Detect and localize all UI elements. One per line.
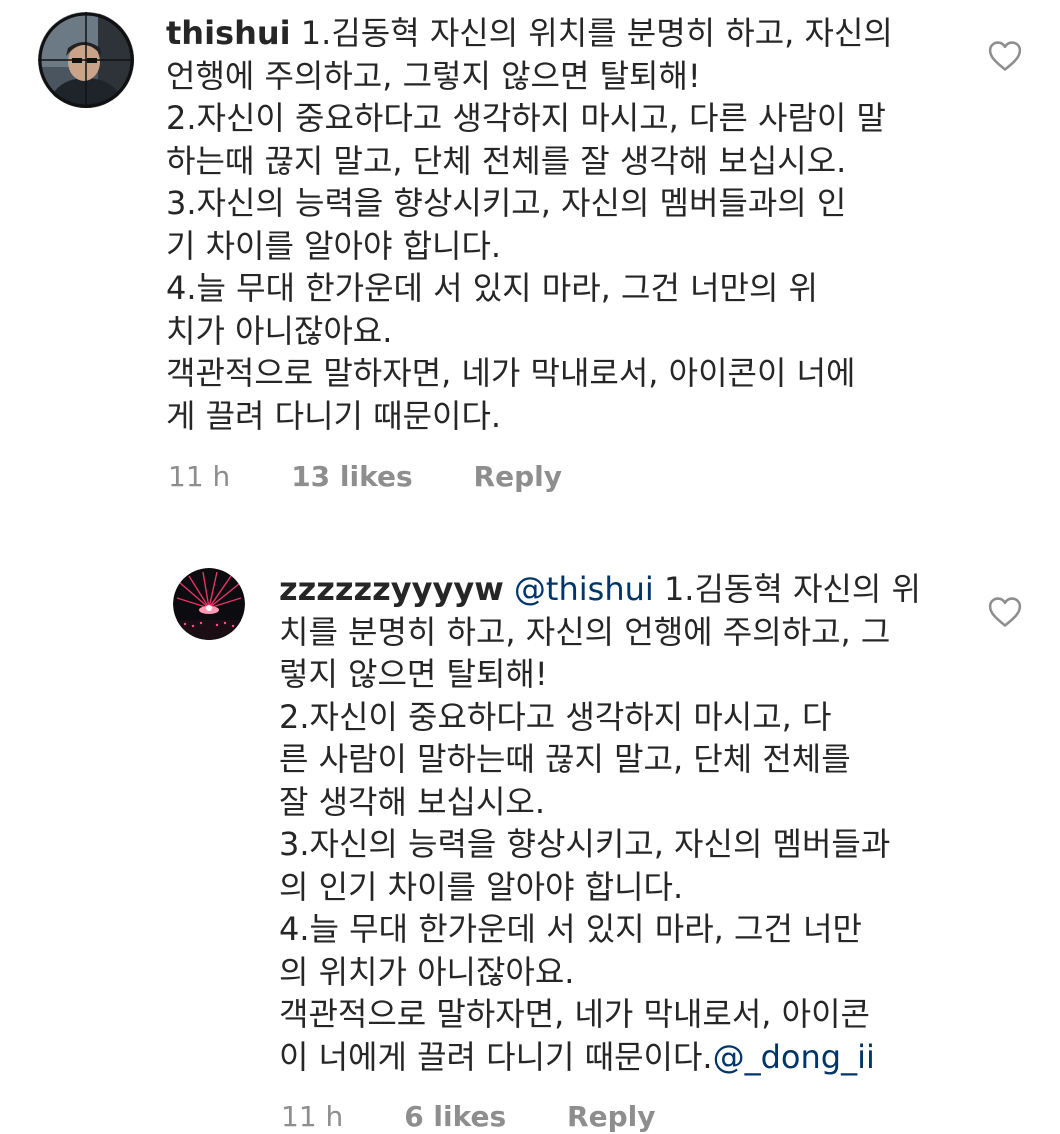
timestamp: 11 h bbox=[281, 1100, 344, 1133]
comment-meta: 11 h 6 likes Reply bbox=[281, 1100, 656, 1133]
comment-line-7: 3.자신의 능력을 향상시키고, 자신의 멤버들과 bbox=[279, 825, 891, 863]
avatar[interactable] bbox=[173, 568, 245, 640]
comment-line-3: 렇지 않으면 탈퇴해! bbox=[279, 655, 548, 693]
comment-line-2: 언행에 주의하고, 그렇지 않으면 탈퇴해! bbox=[166, 56, 701, 95]
likes-count[interactable]: 13 likes bbox=[291, 460, 412, 493]
reply-button[interactable]: Reply bbox=[474, 460, 562, 493]
comment-line-1: thishui 1.김동혁 자신의 위치를 분명히 하고, 자신의 bbox=[166, 14, 893, 52]
comment-line-12: 이 너에게 끌려 다니기 때문이다.@_dong_ii bbox=[279, 1037, 875, 1076]
mention-link[interactable]: @thishui bbox=[514, 570, 654, 608]
comment-line-10: 게 끌려 다니기 때문이다. bbox=[166, 396, 502, 435]
comment-line-3: 2.자신이 중요하다고 생각하지 마시고, 다른 사람이 말 bbox=[166, 99, 886, 137]
comment-line-8: 의 인기 차이를 알아야 합니다. bbox=[279, 867, 684, 906]
avatar[interactable] bbox=[38, 12, 134, 108]
profile-photo-icon bbox=[38, 12, 134, 108]
likes-count[interactable]: 6 likes bbox=[404, 1100, 506, 1133]
comment-line-7: 4.늘 무대 한가운데 서 있지 마라, 그건 너만의 위 bbox=[166, 269, 818, 307]
comment-line-9: 4.늘 무대 한가운데 서 있지 마라, 그건 너만 bbox=[279, 910, 862, 948]
timestamp: 11 h bbox=[168, 460, 231, 493]
comment-line-5: 른 사람이 말하는때 끊지 말고, 단체 전체를 bbox=[279, 740, 851, 778]
comment-line-4: 하는때 끊지 말고, 단체 전체를 잘 생각해 보십시오. bbox=[166, 141, 847, 180]
comment-line-6: 기 차이를 알아야 합니다. bbox=[166, 226, 502, 265]
username[interactable]: zzzzzzyyyyw bbox=[279, 570, 504, 608]
concert-stage-photo-icon bbox=[173, 568, 245, 640]
comment-line-5: 3.자신의 능력을 향상시키고, 자신의 멤버들과의 인 bbox=[166, 184, 847, 222]
end-mention-link[interactable]: @_dong_ii bbox=[713, 1038, 875, 1076]
comment-line-9: 객관적으로 말하자면, 네가 막내로서, 아이콘이 너에 bbox=[166, 354, 856, 392]
comment-line-4: 2.자신이 중요하다고 생각하지 마시고, 다 bbox=[279, 697, 832, 736]
heart-icon[interactable] bbox=[988, 40, 1022, 72]
heart-icon[interactable] bbox=[988, 596, 1022, 628]
comment-line-8: 치가 아니잖아요. bbox=[166, 311, 393, 350]
comment-meta: 11 h 13 likes Reply bbox=[168, 460, 562, 493]
comment-body: zzzzzzyyyyw @thishui 1.김동혁 자신의 위 치를 분명히 … bbox=[279, 568, 921, 1078]
reply-button[interactable]: Reply bbox=[567, 1100, 655, 1133]
comment-line-11: 객관적으로 말하자면, 네가 막내로서, 아이콘 bbox=[279, 995, 870, 1033]
comment-line-6: 잘 생각해 보십시오. bbox=[279, 782, 546, 821]
comment-line-1: zzzzzzyyyyw @thishui 1.김동혁 자신의 위 bbox=[279, 570, 921, 608]
comment-body: thishui 1.김동혁 자신의 위치를 분명히 하고, 자신의 언행에 주의… bbox=[166, 12, 893, 437]
username[interactable]: thishui bbox=[166, 14, 291, 52]
comment-line-10: 의 위치가 아니잖아요. bbox=[279, 952, 575, 991]
comment-line-2: 치를 분명히 하고, 자신의 언행에 주의하고, 그 bbox=[279, 612, 891, 651]
